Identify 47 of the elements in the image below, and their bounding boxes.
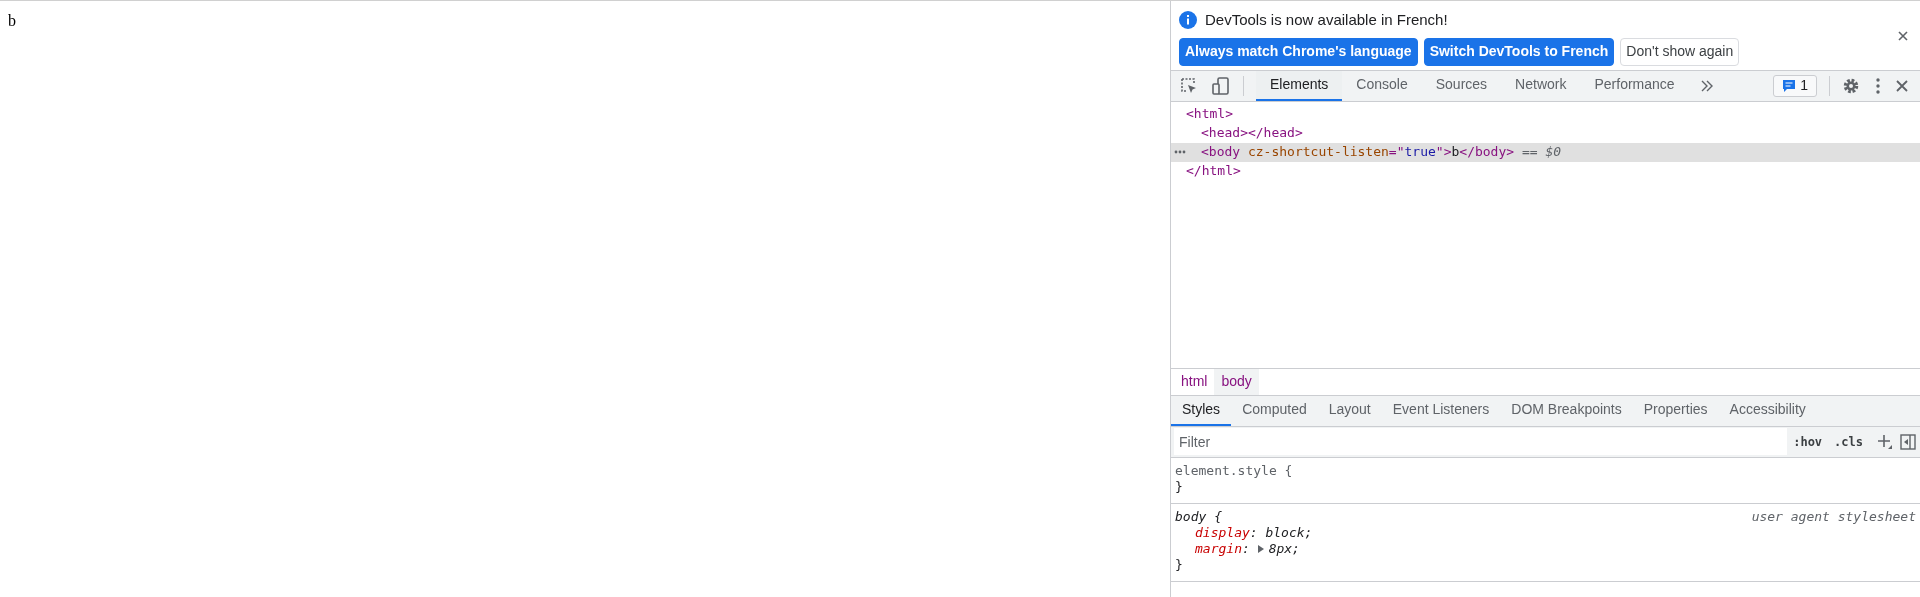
sidebar-tab[interactable]: Computed <box>1231 395 1318 426</box>
add-rule-icon[interactable] <box>1878 434 1892 449</box>
code-line[interactable]: </html> <box>1186 161 1241 181</box>
more-tabs-icon[interactable] <box>1700 79 1713 92</box>
css-selector: body { <box>1175 508 1222 525</box>
closing-brace: } <box>1175 556 1183 573</box>
breadcrumb[interactable]: html <box>1174 368 1215 395</box>
panel-tab[interactable]: Elements <box>1256 70 1343 101</box>
sidebar-tab[interactable]: DOM Breakpoints <box>1500 395 1633 426</box>
css-selector: element.style { <box>1175 462 1293 479</box>
css-value: block; <box>1265 524 1313 541</box>
infobar-message: DevTools is now available in French! <box>1205 10 1448 30</box>
info-icon <box>1179 11 1197 30</box>
code-line[interactable]: <head></head> <box>1201 123 1303 143</box>
infobar-button[interactable]: Always match Chrome's language <box>1179 37 1418 66</box>
sidebar-tab[interactable]: Event Listeners <box>1381 395 1501 426</box>
sidebar-toggle-icon[interactable] <box>1900 433 1916 450</box>
ellipsis-icon[interactable] <box>1174 150 1186 154</box>
sidebar-tab[interactable]: Properties <box>1632 395 1719 426</box>
infobar-button[interactable]: Don't show again <box>1620 37 1740 66</box>
panel-tab[interactable]: Performance <box>1580 70 1689 101</box>
device-toggle-icon[interactable] <box>1211 75 1231 96</box>
panel-tab[interactable]: Sources <box>1421 70 1502 101</box>
issues-button[interactable]: 1 <box>1773 74 1817 97</box>
css-value: 8px; <box>1268 540 1300 557</box>
css-declaration[interactable]: margin: <box>1195 540 1258 557</box>
close-icon[interactable] <box>1896 79 1908 92</box>
settings-icon[interactable] <box>1842 76 1860 95</box>
panel-tab[interactable]: Network <box>1501 70 1581 101</box>
expand-triangle-icon[interactable] <box>1257 544 1264 553</box>
breadcrumb[interactable]: body <box>1214 368 1259 395</box>
infobar-button[interactable]: Switch DevTools to French <box>1423 37 1615 66</box>
sidebar-tab[interactable]: Layout <box>1317 395 1382 426</box>
rule-source: user agent stylesheet <box>1751 508 1916 525</box>
sidebar-tab[interactable]: Accessibility <box>1718 395 1817 426</box>
filter-field[interactable]: Filter <box>1174 428 1788 455</box>
closing-brace: } <box>1175 478 1183 495</box>
kebab-menu-icon[interactable] <box>1876 77 1880 94</box>
css-declaration[interactable]: display: <box>1195 524 1266 541</box>
page-text: b <box>8 12 16 29</box>
panel-tab[interactable]: Console <box>1342 70 1422 101</box>
toggle-button[interactable]: :hov <box>1790 432 1826 451</box>
code-line[interactable]: <html> <box>1186 104 1233 124</box>
close-icon[interactable] <box>1898 31 1908 41</box>
message-icon <box>1782 78 1797 93</box>
toggle-button[interactable]: .cls <box>1831 432 1866 451</box>
sidebar-tab[interactable]: Styles <box>1171 395 1232 426</box>
